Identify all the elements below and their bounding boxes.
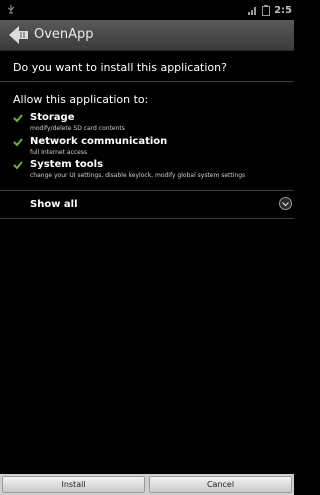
divider-before-show-all xyxy=(0,190,294,191)
check-icon xyxy=(13,114,23,123)
install-question: Do you want to install this application? xyxy=(13,61,227,74)
permission-detail: full Internet access xyxy=(30,149,88,156)
permission-detail: change your UI settings, disable keylock… xyxy=(30,172,246,179)
permission-item-system-tools: System tools change your UI settings, di… xyxy=(13,159,283,181)
signal-icon xyxy=(248,7,257,15)
cancel-button[interactable]: Cancel xyxy=(149,476,292,493)
battery-icon xyxy=(262,4,271,16)
permission-item-network: Network communication full Internet acce… xyxy=(13,136,283,158)
title-bar: OvenApp xyxy=(0,20,294,51)
app-title: OvenApp xyxy=(34,27,94,42)
bottom-button-bar: Install Cancel xyxy=(0,474,294,495)
permission-title: System tools xyxy=(30,159,104,170)
chevron-down-icon[interactable] xyxy=(279,197,292,210)
permission-title: Storage xyxy=(30,112,75,123)
usb-debug-icon xyxy=(7,5,15,14)
permission-title: Network communication xyxy=(30,136,168,147)
status-right: 2:5 xyxy=(248,2,292,18)
permission-item-storage: Storage modify/delete SD card contents xyxy=(13,112,283,134)
divider-after-show-all xyxy=(0,218,294,219)
install-button[interactable]: Install xyxy=(2,476,145,493)
check-icon xyxy=(13,161,23,170)
back-arrow-icon[interactable] xyxy=(8,24,30,46)
permission-detail: modify/delete SD card contents xyxy=(30,125,125,132)
status-bar: 2:5 xyxy=(0,0,294,20)
check-icon xyxy=(13,138,23,147)
allow-label: Allow this application to: xyxy=(13,93,149,106)
divider-top xyxy=(0,81,294,82)
show-all-row[interactable]: Show all xyxy=(0,192,294,218)
clock-time: 2:5 xyxy=(274,4,292,16)
show-all-label: Show all xyxy=(30,199,78,210)
